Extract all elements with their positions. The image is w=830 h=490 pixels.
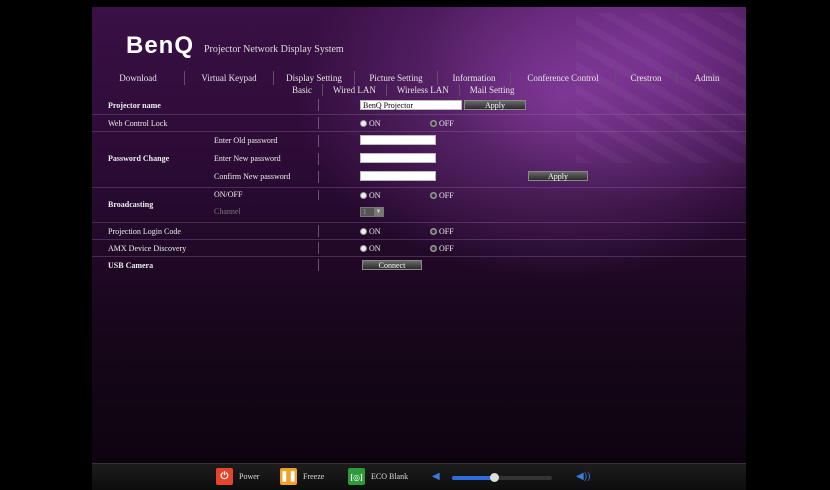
divider [318,135,319,147]
sub-menu: Basic Wired LAN Wireless LAN Mail Settin… [282,84,525,96]
radio-on-icon [360,192,367,199]
menu-admin[interactable]: Admin [677,71,737,85]
radio-on-icon [360,120,367,127]
divider [318,190,319,200]
radio-selected-icon [430,192,437,199]
projector-name-apply-button[interactable]: Apply [464,100,526,110]
amx-on-radio[interactable]: ON [360,244,381,253]
menu-display-setting[interactable]: Display Setting [274,71,355,85]
control-footer: ⏻ Power ❚❚ Freeze [◎] ECO Blank ◀ ◀)) [92,463,746,490]
web-control-lock-off-radio[interactable]: OFF [430,119,454,128]
projector-name-row: Projector name BenQ Projector Apply [92,97,746,115]
password-change-row: Password Change Enter Old password Enter… [92,132,746,188]
radio-label: ON [369,191,381,200]
menu-picture-setting[interactable]: Picture Setting [355,71,438,85]
old-password-label: Enter Old password [214,136,278,145]
usb-camera-row: USB Camera Connect [92,257,746,273]
web-page: BenQ Projector Network Display System Do… [92,7,746,490]
radio-label: OFF [439,191,454,200]
power-label: Power [239,472,260,481]
password-apply-button[interactable]: Apply [528,171,588,181]
channel-select[interactable]: 1 ▼ [360,207,384,217]
radio-label: ON [369,227,381,236]
radio-label: ON [369,244,381,253]
projection-login-label: Projection Login Code [108,227,181,236]
broadcast-onoff-label: ON/OFF [214,190,243,199]
volume-up-icon[interactable]: ◀)) [576,471,590,482]
divider [318,225,319,237]
projection-login-row: Projection Login Code ON OFF [92,223,746,240]
radio-selected-icon [430,245,437,252]
web-control-lock-label: Web Control Lock [108,119,168,128]
old-password-input[interactable] [360,135,436,145]
power-button[interactable]: ⏻ Power [216,468,259,485]
volume-down-icon[interactable]: ◀ [432,471,440,482]
new-password-label: Enter New password [214,154,281,163]
divider [318,153,319,165]
eco-blank-button[interactable]: [◎] ECO Blank [348,468,408,485]
radio-label: OFF [439,227,454,236]
web-control-lock-row: Web Control Lock ON OFF [92,115,746,132]
projector-name-input[interactable]: BenQ Projector [360,100,462,110]
broadcast-channel-label: Channel [214,207,241,216]
menu-crestron[interactable]: Crestron [616,71,677,85]
main-menu: Download Virtual Keypad Display Setting … [92,71,746,85]
radio-on-icon [360,245,367,252]
broadcasting-off-radio[interactable]: OFF [430,191,454,200]
channel-value: 1 [363,208,367,216]
divider [318,242,319,254]
projector-name-label: Projector name [108,101,161,110]
system-title: Projector Network Display System [204,44,344,55]
divider [318,171,319,183]
radio-on-icon [360,228,367,235]
amx-off-radio[interactable]: OFF [430,244,454,253]
radio-label: ON [369,119,381,128]
divider [318,259,319,271]
menu-information[interactable]: Information [438,71,511,85]
volume-knob[interactable] [490,473,499,482]
eco-blank-icon: [◎] [348,468,365,485]
divider [318,117,319,129]
divider [318,99,319,111]
pause-icon: ❚❚ [280,468,297,485]
new-password-input[interactable] [360,153,436,163]
radio-label: OFF [439,244,454,253]
menu-download[interactable]: Download [92,71,185,85]
submenu-wired-lan[interactable]: Wired LAN [323,84,387,96]
volume-slider[interactable] [452,473,552,482]
projection-login-on-radio[interactable]: ON [360,227,381,236]
radio-label: OFF [439,119,454,128]
web-control-lock-on-radio[interactable]: ON [360,119,381,128]
confirm-password-label: Confirm New password [214,172,291,181]
freeze-button[interactable]: ❚❚ Freeze [280,468,324,485]
menu-virtual-keypad[interactable]: Virtual Keypad [185,71,274,85]
projection-login-off-radio[interactable]: OFF [430,227,454,236]
amx-label: AMX Device Discovery [108,244,187,253]
freeze-label: Freeze [303,472,325,481]
submenu-basic[interactable]: Basic [282,84,323,96]
submenu-wireless-lan[interactable]: Wireless LAN [387,84,460,96]
volume-fill [452,476,494,480]
power-icon: ⏻ [216,468,233,485]
usb-camera-label: USB Camera [108,261,154,270]
benq-logo: BenQ [126,32,195,59]
chevron-down-icon: ▼ [374,208,383,216]
submenu-mail-setting[interactable]: Mail Setting [460,84,525,96]
broadcasting-on-radio[interactable]: ON [360,191,381,200]
menu-conference-control[interactable]: Conference Control [511,71,616,85]
eco-blank-label: ECO Blank [371,472,409,481]
confirm-password-input[interactable] [360,171,436,181]
password-change-label: Password Change [108,154,170,163]
broadcasting-label: Broadcasting [108,200,154,209]
radio-selected-icon [430,228,437,235]
usb-camera-connect-button[interactable]: Connect [362,260,422,270]
amx-row: AMX Device Discovery ON OFF [92,240,746,257]
broadcasting-row: Broadcasting ON/OFF Channel ON OFF 1 ▼ [92,188,746,223]
radio-selected-icon [430,120,437,127]
